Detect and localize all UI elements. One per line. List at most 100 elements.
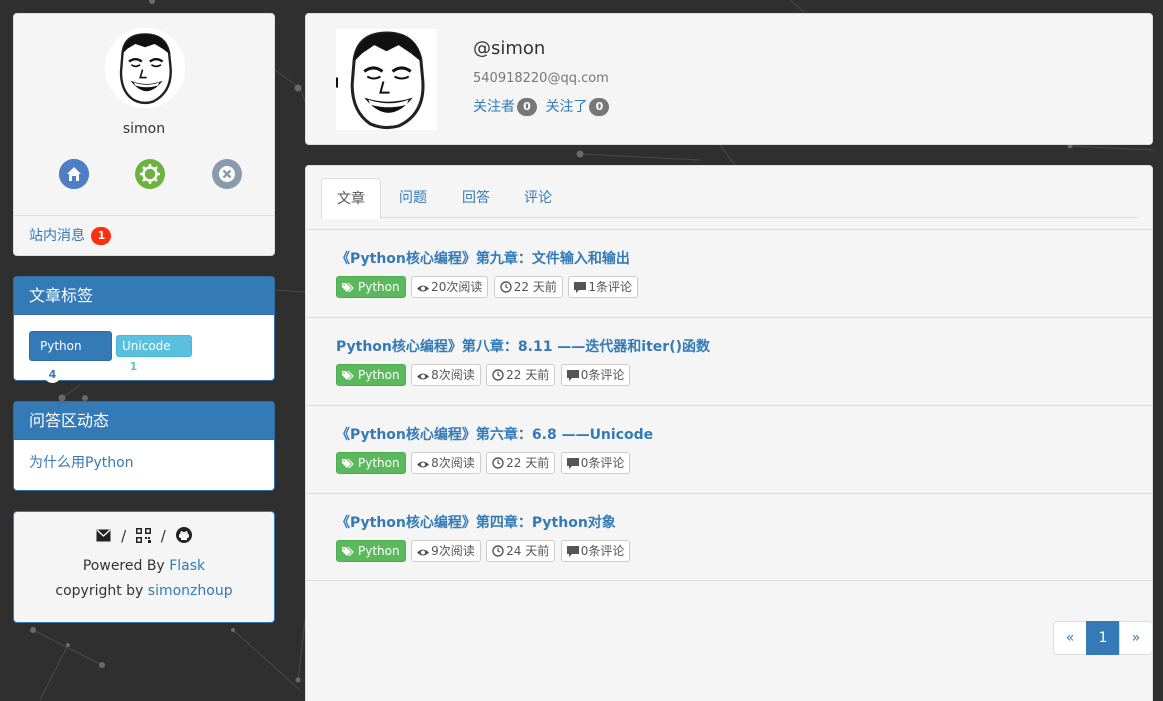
qa-item-link[interactable]: 为什么用Python [29, 452, 134, 472]
article-title-link[interactable]: Python核心编程》第八章：8.11 ——迭代器和iter()函数 [336, 336, 710, 356]
article-tag-label: Python [358, 368, 400, 382]
tags-panel-title: 文章标签 [14, 277, 274, 315]
avatar[interactable] [105, 28, 185, 108]
copyright-line: copyright by simonzhoup [14, 583, 274, 599]
mail-icon[interactable] [96, 529, 111, 542]
article-comments: 0条评论 [560, 452, 631, 474]
powered-by-line: Powered By Flask [14, 558, 274, 574]
article-title-link[interactable]: 《Python核心编程》第六章：6.8 ——Unicode [336, 424, 653, 444]
tag-label: Python [40, 339, 82, 353]
clock-icon [500, 281, 512, 293]
footer-icons: / / [14, 527, 274, 545]
followers-link[interactable]: 关注者 [473, 99, 515, 115]
tab-articles[interactable]: 文章 [321, 178, 381, 219]
meme-face-icon [105, 28, 185, 108]
article-comments: 1条评论 [568, 276, 638, 298]
article-comments-text: 0条评论 [580, 456, 625, 470]
user-email: 540918220@qq.com [473, 71, 609, 86]
settings-icon[interactable] [135, 159, 165, 189]
article-tag[interactable]: Python [336, 276, 406, 298]
article-views: 9次阅读 [411, 540, 481, 562]
following-link[interactable]: 关注了 [545, 99, 587, 115]
followers-count: 0 [517, 98, 537, 116]
page-current-button[interactable]: 1 [1086, 621, 1120, 655]
clock-icon [492, 369, 504, 381]
comment-icon [574, 282, 587, 293]
follow-row: 关注者 0 关注了 0 [473, 96, 613, 116]
article-views-text: 8次阅读 [431, 456, 475, 470]
tags-icon [342, 546, 354, 557]
article-time-text: 22 天前 [506, 368, 550, 382]
clock-icon [492, 457, 504, 469]
home-icon[interactable] [59, 159, 89, 189]
article-views: 8次阅读 [411, 364, 481, 386]
separator: / [160, 527, 166, 545]
page-next-button[interactable]: » [1119, 621, 1153, 655]
user-header: @simon 540918220@qq.com 关注者 0 关注了 0 [305, 13, 1153, 145]
github-icon[interactable] [175, 527, 192, 543]
eye-icon [417, 373, 430, 380]
article-tag-label: Python [358, 280, 400, 294]
content-tabs: 文章 问题 回答 评论 [321, 178, 1138, 219]
article-meta: Python 8次阅读 22 天前 0条评论 [336, 452, 631, 474]
tag-count: 1 [126, 359, 141, 374]
tab-comments[interactable]: 评论 [513, 178, 563, 218]
article-row: 《Python核心编程》第四章：Python对象 Python 9次阅读 24 … [306, 493, 1152, 581]
content-panel: 文章 问题 回答 评论 《Python核心编程》第九章：文件输入和输出 Pyth… [305, 165, 1153, 701]
article-time: 22 天前 [493, 276, 563, 298]
messages-link[interactable]: 站内消息 [29, 228, 85, 244]
article-tag[interactable]: Python [336, 452, 406, 474]
article-row: 《Python核心编程》第六章：6.8 ——Unicode Python 8次阅… [306, 405, 1152, 493]
article-meta: Python 8次阅读 22 天前 0条评论 [336, 364, 631, 386]
article-time-text: 22 天前 [506, 456, 550, 470]
article-time-text: 24 天前 [506, 544, 550, 558]
article-title-link[interactable]: 《Python核心编程》第四章：Python对象 [336, 512, 616, 532]
clock-icon [492, 545, 504, 557]
tags-panel: 文章标签 Python 4 Unicode 1 [13, 276, 275, 383]
comment-icon [566, 546, 579, 557]
separator: / [121, 527, 127, 545]
article-views: 20次阅读 [411, 276, 489, 298]
page-prev-button[interactable]: « [1053, 621, 1087, 655]
qa-panel: 问答区动态 为什么用Python [13, 401, 275, 491]
article-comments-text: 0条评论 [580, 368, 625, 382]
tag-unicode-button[interactable]: Unicode 1 [116, 335, 192, 374]
article-views: 8次阅读 [411, 452, 481, 474]
article-time: 24 天前 [486, 540, 556, 562]
article-row: Python核心编程》第八章：8.11 ——迭代器和iter()函数 Pytho… [306, 317, 1152, 405]
article-time-text: 22 天前 [513, 280, 557, 294]
tag-python-button[interactable]: Python 4 [29, 331, 112, 383]
article-tag-label: Python [358, 456, 400, 470]
following-count: 0 [589, 98, 610, 116]
profile-name: simon [122, 121, 166, 137]
comment-icon [566, 458, 579, 469]
article-tag[interactable]: Python [336, 540, 406, 562]
tags-icon [342, 282, 354, 293]
article-comments: 0条评论 [560, 364, 631, 386]
article-tag-label: Python [358, 544, 400, 558]
logout-icon[interactable] [212, 159, 242, 189]
flask-link[interactable]: Flask [169, 558, 205, 574]
tags-icon [342, 458, 354, 469]
article-tag[interactable]: Python [336, 364, 406, 386]
tab-questions[interactable]: 问题 [388, 178, 438, 218]
author-link[interactable]: simonzhoup [148, 583, 233, 599]
user-avatar[interactable] [336, 29, 437, 130]
tag-count: 4 [44, 366, 61, 383]
copyright-prefix: copyright by [55, 583, 144, 599]
article-comments-text: 0条评论 [580, 544, 625, 558]
article-views-text: 20次阅读 [431, 280, 483, 294]
article-meta: Python 9次阅读 24 天前 0条评论 [336, 540, 631, 562]
eye-icon [417, 285, 430, 292]
messages-row: 站内消息 1 [14, 215, 274, 256]
eye-icon [417, 461, 430, 468]
eye-icon [417, 549, 430, 556]
tag-label: Unicode [122, 339, 171, 353]
profile-card: simon 站内消息 1 [13, 13, 275, 256]
comment-icon [566, 370, 579, 381]
messages-badge: 1 [91, 227, 112, 245]
tab-answers[interactable]: 回答 [451, 178, 501, 218]
article-comments-text: 1条评论 [588, 280, 632, 294]
article-title-link[interactable]: 《Python核心编程》第九章：文件输入和输出 [336, 248, 630, 268]
qrcode-icon[interactable] [136, 528, 151, 543]
